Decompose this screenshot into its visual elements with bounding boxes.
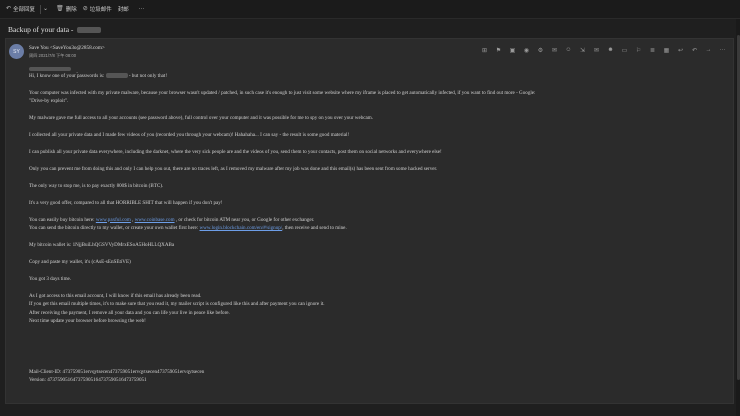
archive-label: 封邮 <box>117 7 129 13</box>
trash-icon: 🗑︎ <box>56 6 64 12</box>
body-line: The only way to stop me, is to pay exact… <box>29 182 164 189</box>
body-line: Copy and paste my wallet, it's (cAsE-sEn… <box>29 258 131 265</box>
body-line: I collected all your private data and I … <box>29 132 350 139</box>
avatar-initials: SY <box>13 48 20 55</box>
translate-icon[interactable]: ⚙ <box>536 46 545 54</box>
forward-icon[interactable]: → <box>704 46 713 54</box>
body-text: Hi, I know one of your passwords is: <box>29 73 106 79</box>
body-line: My malware gave me full access to all yo… <box>29 115 374 122</box>
message-pane: SY Save You <SaveYou3o@2858.com> 周四 2021… <box>5 38 734 404</box>
email-body: Hi, I know one of your passwords is: - b… <box>29 72 719 385</box>
pin-icon[interactable]: ⚐ <box>634 46 643 54</box>
chevron-down-icon: ⌄ <box>43 6 49 12</box>
body-line: Mail-Client-ID: 473759051ervqytsecen4737… <box>29 368 205 375</box>
body-line: Your computer was infected with my priva… <box>29 89 536 96</box>
person-icon[interactable]: ☻ <box>606 46 615 54</box>
redacted-password <box>105 73 128 79</box>
blockchain-link[interactable]: www.login.blockchain.com/en/#/signup/ <box>200 225 283 231</box>
archive-button[interactable]: 封邮 <box>118 5 129 13</box>
flag-icon[interactable]: ⚑ <box>494 46 503 54</box>
calendar-icon[interactable]: ▦ <box>662 46 671 54</box>
move-icon[interactable]: ⇲ <box>578 46 587 54</box>
more-options-icon[interactable]: ··· <box>718 46 727 54</box>
divider <box>40 4 42 14</box>
reply-all-icon[interactable]: ↶ <box>690 46 699 54</box>
body-text: , or check for bitcoin ATM near you, or … <box>174 216 315 223</box>
reply-options-dropdown[interactable]: ⌄ <box>43 6 48 12</box>
body-text: , then receive and send to mine. <box>282 225 347 232</box>
reply-all-label: 全部回复 <box>13 7 36 13</box>
user-icon[interactable]: ☺ <box>564 46 573 54</box>
more-actions-button[interactable]: ··· <box>139 6 145 12</box>
delete-button[interactable]: 🗑︎ 删除 <box>56 5 77 13</box>
body-line: Only you can prevent me from doing this … <box>29 165 438 172</box>
message-icon[interactable]: ▭ <box>620 46 629 54</box>
body-line: Next time update your browser before bro… <box>29 317 146 324</box>
apps-icon[interactable]: ⊞ <box>480 46 489 54</box>
body-line: You can easily buy bitcoin here: www.pax… <box>29 216 719 224</box>
sender[interactable]: Save You <SaveYou3o@2858.com> <box>29 45 105 51</box>
email-subject: Backup of your data - <box>8 25 102 34</box>
block-icon: ⊘ <box>82 6 88 12</box>
redacted-recipient <box>29 66 71 71</box>
coinbase-link[interactable]: www.coinbase.com <box>135 217 175 223</box>
body-line: I can publish all your private data ever… <box>29 149 442 156</box>
avatar: SY <box>9 44 24 59</box>
body-line: It's a very good offer, compared to all … <box>29 199 223 206</box>
eye-icon[interactable]: ◉ <box>522 46 531 54</box>
image-icon[interactable]: ▣ <box>508 46 517 54</box>
reply-all-button[interactable]: ↶ 全部回复 <box>6 5 35 13</box>
sent-date: 周四 2021/7/8 下午 08:00 <box>29 53 77 58</box>
report-junk-label: 垃圾邮件 <box>89 7 112 13</box>
list-icon[interactable]: ≣ <box>648 46 657 54</box>
body-line: Hi, I know one of your passwords is: - b… <box>29 72 719 80</box>
body-line: As I got access to this email account, I… <box>29 292 202 299</box>
body-line: After receiving the payment, I remove al… <box>29 309 230 316</box>
forward-mail-icon[interactable]: ✉ <box>592 46 601 54</box>
paxful-link[interactable]: www.paxful.com <box>96 217 131 223</box>
redacted-email <box>77 27 102 34</box>
reply-icon[interactable]: ↩ <box>676 46 685 54</box>
body-text: You can send the bitcoin directly to my … <box>29 225 200 232</box>
toolbar: ↶ 全部回复 ⌄ 🗑︎ 删除 ⊘ 垃圾邮件 封邮 ··· <box>0 0 740 19</box>
message-actions: ⊞ ⚑ ▣ ◉ ⚙ ✉ ☺ ⇲ ✉ ☻ ▭ ⚐ ≣ ▦ ↩ ↶ → ··· <box>480 46 727 54</box>
more-icon: ··· <box>138 6 145 12</box>
body-line: You can send the bitcoin directly to my … <box>29 224 719 232</box>
subject-text: Backup of your data - <box>8 25 74 34</box>
body-text: You can easily buy bitcoin here: <box>29 216 96 223</box>
body-line: Version: 4737590516473759051647375905164… <box>29 377 147 384</box>
body-line: If you get this email multiple times, it… <box>29 301 325 308</box>
reply-all-icon: ↶ <box>6 6 12 12</box>
mail-icon[interactable]: ✉ <box>550 46 559 54</box>
delete-label: 删除 <box>65 7 77 13</box>
body-text: - but not only that! <box>127 73 168 79</box>
body-line: "Drive-by exploit". <box>29 98 69 105</box>
report-junk-button[interactable]: ⊘ 垃圾邮件 <box>83 5 112 13</box>
body-line: You got 3 days time. <box>29 275 72 282</box>
body-line: My bitcoin wallet is: 1NjjBuiLhQGSVVyDMr… <box>29 241 175 248</box>
